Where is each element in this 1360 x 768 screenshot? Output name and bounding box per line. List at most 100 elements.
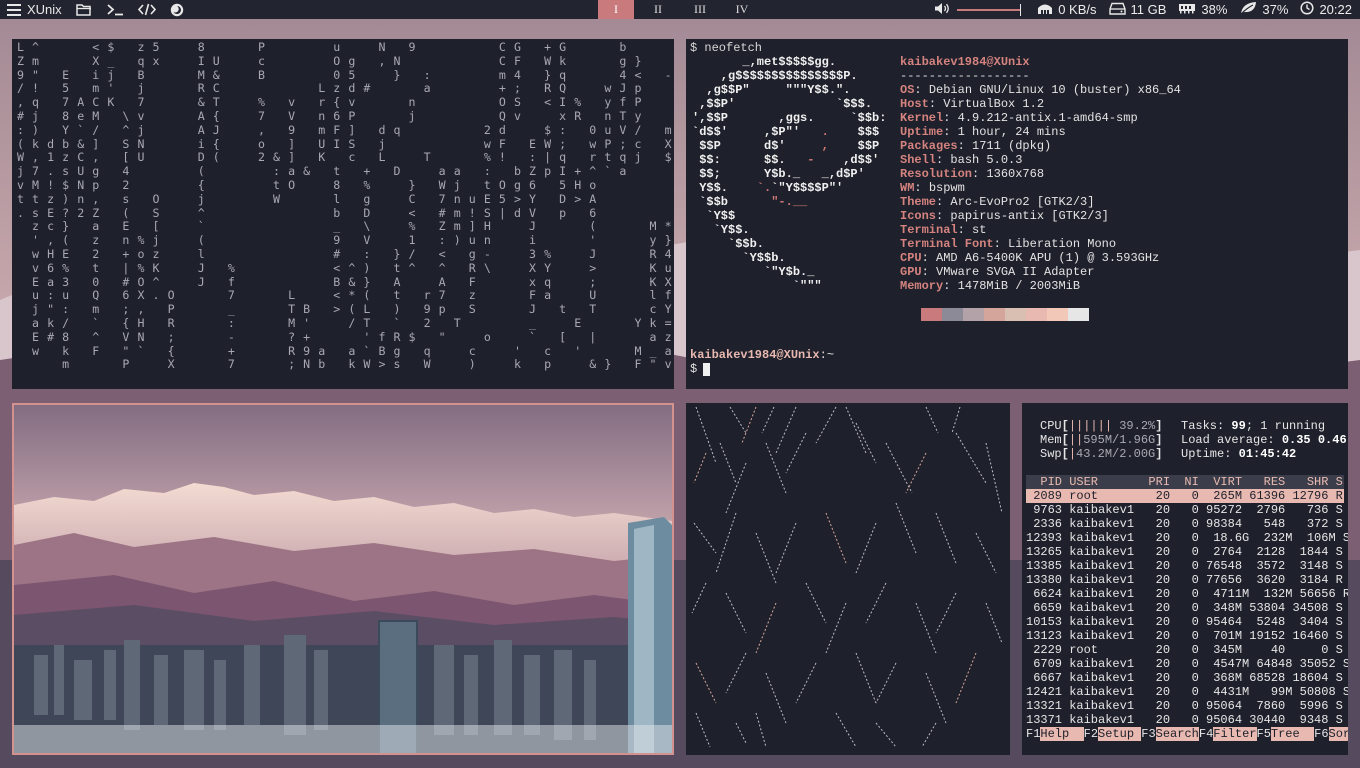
lines-animation-window[interactable] xyxy=(686,403,1010,755)
file-manager-button[interactable] xyxy=(69,0,99,19)
function-key[interactable]: F1 xyxy=(1026,727,1040,741)
process-row[interactable]: 13123 kaibakev1 20 0 701M 19152 16460 S xyxy=(1026,629,1344,643)
info-row: CPU: AMD A6-5400K APU (1) @ 3.593GHz xyxy=(900,251,1160,265)
disk-status: 11 GB xyxy=(1103,2,1173,18)
process-row[interactable]: 10153 kaibakev1 20 0 95464 5248 3404 S xyxy=(1026,615,1344,629)
process-row[interactable]: 2089 root 20 0 265M 61396 12796 R 2 xyxy=(1026,489,1344,503)
neofetch-terminal-window[interactable]: $ neofetch _,met$$$$$gg. ,g$$$$$$$$$$$$$… xyxy=(686,39,1348,389)
line-segment xyxy=(951,406,961,434)
function-key-label[interactable]: Search xyxy=(1155,727,1199,741)
process-table-header[interactable]: PID USER PRI NI VIRT RES SHR S C xyxy=(1026,475,1344,489)
uptime: Uptime: 01:45:42 xyxy=(1181,447,1297,461)
process-row[interactable]: 13380 kaibakev1 20 0 77656 3620 3184 R xyxy=(1026,573,1344,587)
function-key[interactable]: F3 xyxy=(1141,727,1155,741)
line-segment xyxy=(693,452,707,484)
function-key-label[interactable]: Sor xyxy=(1328,727,1348,741)
process-row[interactable]: 13265 kaibakev1 20 0 2764 2128 1844 S xyxy=(1026,545,1344,559)
workspace-2[interactable]: II xyxy=(640,0,676,19)
info-row: Uptime: 1 hour, 24 mins xyxy=(900,125,1066,139)
matrix-line: / ! 5 m ' j R C L z d # a + ; R Q w J p … xyxy=(17,81,674,96)
ascii-lines-art xyxy=(691,406,1003,748)
function-key[interactable]: F4 xyxy=(1199,727,1213,741)
process-row[interactable]: 6624 kaibakev1 20 0 4711M 132M 56656 R xyxy=(1026,587,1348,601)
info-value: bash 5.0.3 xyxy=(950,153,1023,167)
memory-usage: 38% xyxy=(1201,2,1228,17)
cpu-meter: CPU[|||||| 39.2%] xyxy=(1040,419,1163,433)
info-row: GPU: VMware SVGA II Adapter xyxy=(900,265,1095,279)
process-row[interactable]: 13321 kaibakev1 20 0 95064 7860 5996 S xyxy=(1026,699,1344,713)
cpu-usage: 37% xyxy=(1262,2,1289,17)
process-row[interactable]: 13371 kaibakev1 20 0 95064 30440 9348 S xyxy=(1026,713,1344,727)
line-segment xyxy=(765,442,787,494)
hard-disk-icon xyxy=(1108,2,1126,18)
info-row: Packages: 1711 (dpkg) xyxy=(900,139,1052,153)
line-segment xyxy=(755,712,767,748)
matrix-line: v M ! $ N p 2 { t O 8 % } W j t O g 6 5 … xyxy=(17,177,597,192)
terminal-button[interactable] xyxy=(99,0,131,19)
matrix-line: w k F " ` { + R 9 a a ` B g q c ' c ' M … xyxy=(17,343,674,358)
line-segment xyxy=(935,592,957,634)
clock: 20:22 xyxy=(1294,1,1360,18)
load-average: Load average: 0.35 0.46 xyxy=(1181,433,1347,447)
network-icon xyxy=(1037,2,1053,18)
code-editor-button[interactable] xyxy=(131,0,163,19)
process-row[interactable]: 2229 root 20 0 345M 40 0 S xyxy=(1026,643,1344,657)
info-row: Terminal Font: Liberation Mono xyxy=(900,237,1117,251)
line-segment xyxy=(935,512,957,564)
process-row[interactable]: 2336 kaibakev1 20 0 98384 548 372 S xyxy=(1026,517,1344,531)
function-key[interactable]: F6 xyxy=(1314,727,1328,741)
function-key[interactable]: F5 xyxy=(1257,727,1271,741)
user-host: kaibakev1984@XUnix xyxy=(900,55,1030,69)
command-input-line[interactable]: $ xyxy=(690,362,711,376)
matrix-line: ' , ( z n % j ( 9 V 1 : ) u n i ' y } h … xyxy=(17,233,674,248)
workspace-1[interactable]: I xyxy=(598,0,634,19)
info-key: WM xyxy=(900,181,915,195)
process-row[interactable]: 12393 kaibakev1 20 0 18.6G 232M 106M S xyxy=(1026,531,1348,545)
process-row[interactable]: 9763 kaibakev1 20 0 95272 2796 736 S xyxy=(1026,503,1344,517)
info-key: Theme xyxy=(900,195,937,209)
browser-button[interactable] xyxy=(163,0,191,19)
info-value: st xyxy=(972,223,987,237)
process-row[interactable]: 12421 kaibakev1 20 0 4431M 99M 50808 S xyxy=(1026,685,1348,699)
line-segment xyxy=(715,512,737,574)
workspace-4[interactable]: IV xyxy=(724,0,760,19)
matrix-line: m P X 7 ; N b k W > s W ) k p & } F " v … xyxy=(17,357,674,372)
terminal-icon xyxy=(106,3,124,16)
info-value: Liberation Mono xyxy=(1008,237,1117,251)
info-key: CPU xyxy=(900,251,922,265)
volume-control[interactable] xyxy=(928,2,1031,18)
info-row: Resolution: 1360x768 xyxy=(900,167,1045,181)
info-value: 1478MiB / 2003MiB xyxy=(957,279,1081,293)
line-segment xyxy=(975,532,997,574)
line-segment xyxy=(775,406,797,454)
text-cursor xyxy=(703,362,711,376)
line-segment xyxy=(875,662,897,704)
volume-slider[interactable] xyxy=(957,3,1022,16)
color-swatch xyxy=(1026,308,1047,321)
process-row[interactable]: 6667 kaibakev1 20 0 368M 68528 18604 S xyxy=(1026,671,1344,685)
image-viewer-window[interactable] xyxy=(12,403,674,755)
info-key: Resolution xyxy=(900,167,973,181)
line-segment xyxy=(955,652,977,704)
function-key-label[interactable]: Setup xyxy=(1098,727,1142,741)
matrix-terminal-window[interactable]: L ^ < $ z 5 8 P u N 9 C G + G b B S Q ? … xyxy=(12,39,674,389)
line-segment xyxy=(885,442,913,494)
function-key[interactable]: F2 xyxy=(1084,727,1098,741)
workspace-3[interactable]: III xyxy=(682,0,718,19)
prompt-path: :~ xyxy=(819,348,835,362)
function-key-label[interactable]: Help xyxy=(1040,727,1084,741)
function-key-label[interactable]: Tree xyxy=(1270,727,1315,741)
matrix-line: Z m X _ q x I U c O g , N C F W k g } A … xyxy=(17,53,642,68)
process-row[interactable]: 6659 kaibakev1 20 0 348M 53804 34508 S xyxy=(1026,601,1344,615)
line-segment xyxy=(755,532,777,584)
process-row[interactable]: 6709 kaibakev1 20 0 4547M 64848 35052 S xyxy=(1026,657,1348,671)
matrix-line: W , 1 z C , [ U D ( 2 & ] K c L T % ! : … xyxy=(17,150,673,165)
disk-free: 11 GB xyxy=(1130,2,1167,17)
htop-terminal-window[interactable]: CPU[|||||| 39.2%] Mem[||595M/1.96G] Swp[… xyxy=(1022,403,1348,755)
process-row[interactable]: 13385 kaibakev1 20 0 76548 3572 3148 S xyxy=(1026,559,1344,573)
line-segment xyxy=(825,602,847,654)
line-segment xyxy=(755,602,777,654)
function-key-label[interactable]: Filter xyxy=(1213,727,1257,741)
launcher-button[interactable]: XUnix xyxy=(0,0,69,19)
info-row: OS: Debian GNU/Linux 10 (buster) x86_64 xyxy=(900,83,1181,97)
